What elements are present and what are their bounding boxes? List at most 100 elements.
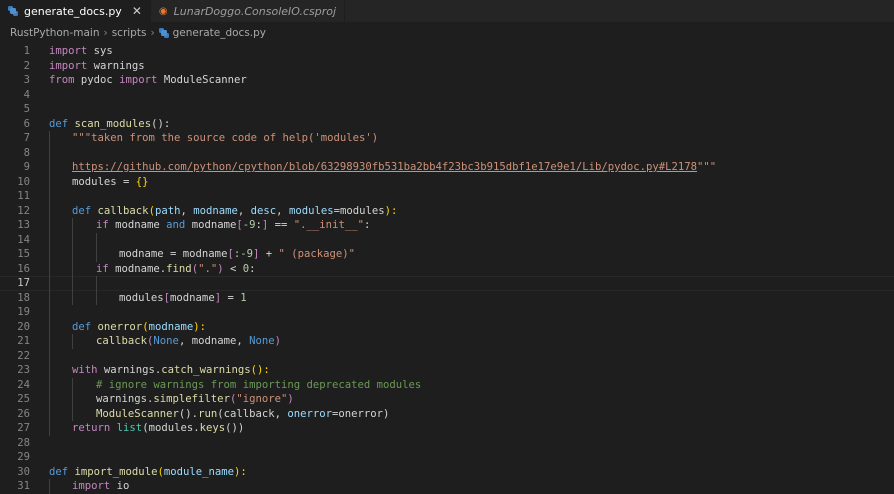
code-text: warnings — [87, 59, 145, 72]
line-number: 22 — [17, 349, 30, 362]
line-number: 18 — [17, 291, 30, 304]
function-name: keys — [199, 422, 226, 434]
code-text: , — [180, 204, 194, 217]
docstring: """taken from the source code of help('m… — [72, 132, 379, 144]
line-number: 27 — [17, 422, 30, 434]
code-line: 23 with warnings.catch_warnings(): — [0, 363, 894, 378]
docstring: """ — [697, 161, 717, 173]
code-text: warnings. — [97, 364, 162, 376]
keyword: from — [49, 74, 75, 86]
keyword: def — [49, 117, 69, 130]
parameter: modname — [193, 204, 238, 217]
keyword: def — [72, 204, 92, 217]
line-number: 9 — [23, 161, 30, 173]
comment: # ignore warnings from importing depreca… — [96, 378, 422, 391]
code-text: : — [363, 219, 371, 231]
number: :-9 — [233, 248, 253, 260]
code-text: + — [259, 248, 279, 260]
line-number: 6 — [23, 117, 30, 130]
breadcrumb-root[interactable]: RustPython-main — [10, 27, 100, 39]
tab-generate-docs[interactable]: generate_docs.py ✕ — [0, 0, 151, 22]
code-line: 12 def callback(path, modname, desc, modu… — [0, 203, 894, 218]
code-line: 11 — [0, 189, 894, 204]
line-number: 15 — [17, 248, 30, 260]
line-number: 16 — [17, 262, 30, 275]
line-number: 11 — [17, 190, 30, 202]
line-number: 3 — [23, 74, 30, 86]
line-number: 30 — [17, 465, 30, 478]
line-number: 7 — [23, 132, 30, 144]
close-icon[interactable]: ✕ — [132, 4, 142, 18]
string: "ignore" — [236, 393, 288, 405]
bracket: ) — [287, 393, 294, 405]
parameter: path — [154, 204, 181, 217]
keyword: def — [49, 465, 69, 478]
bracket: ) — [274, 335, 282, 347]
keyword: return — [72, 422, 111, 434]
code-line: 21 callback(None, modname, None) — [0, 334, 894, 349]
line-number: 28 — [17, 436, 30, 449]
code-editor[interactable]: 1 import sys 2 import warnings 3 from pydoc… — [0, 44, 894, 494]
function-name: callback — [97, 204, 149, 217]
bracket: {} — [135, 175, 149, 188]
bracket: ): — [384, 204, 398, 217]
code-text: warnings. — [96, 393, 154, 405]
parameter: module_name — [163, 465, 235, 478]
code-text: < — [223, 262, 243, 275]
code-text: modules — [119, 291, 164, 304]
line-number: 8 — [23, 146, 30, 159]
code-line: 13 if modname and modname[-9:] == ".__ini… — [0, 218, 894, 233]
code-text: io — [110, 480, 130, 492]
line-number: 24 — [17, 378, 30, 391]
line-number: 12 — [17, 204, 30, 217]
keyword: import — [49, 59, 88, 72]
code-text: (modules. — [142, 422, 200, 434]
line-number: 29 — [17, 451, 30, 463]
bracket: (): — [250, 364, 270, 376]
line-number: 19 — [17, 306, 30, 318]
parameter: modname — [148, 320, 194, 333]
code-line: 10 modules = {} — [0, 174, 894, 189]
code-line: 18 modules[modname] = 1 — [0, 290, 894, 305]
current-line: 17 — [0, 276, 894, 291]
code-text: modules — [72, 175, 117, 188]
keyword: import — [49, 45, 88, 57]
code-line: 22 — [0, 348, 894, 363]
class-name: ModuleScanner — [96, 407, 179, 420]
code-line: 20 def onerror(modname): — [0, 319, 894, 334]
code-text: == — [268, 219, 294, 231]
code-line: 19 — [0, 305, 894, 320]
function-name: scan_modules — [74, 117, 152, 130]
chevron-right-icon: › — [103, 27, 108, 39]
code-line: 16 if modname.find(".") < 0: — [0, 261, 894, 276]
code-text: (). — [178, 407, 199, 420]
number: -9 — [242, 219, 256, 231]
function-name: run — [198, 407, 218, 420]
line-number: 17 — [17, 277, 30, 289]
number: 1 — [240, 291, 247, 304]
code-line: 30 def import_module(module_name): — [0, 465, 894, 480]
code-line: 14 — [0, 232, 894, 247]
code-line: 5 — [0, 102, 894, 117]
code-line: 8 — [0, 145, 894, 160]
code-text: pydoc — [74, 74, 120, 86]
line-number: 14 — [17, 233, 30, 246]
line-number: 4 — [23, 88, 30, 101]
code-line: 15 modname = modname[:-9] + " (package)" — [0, 247, 894, 262]
breadcrumb-file[interactable]: generate_docs.py — [173, 27, 266, 39]
tab-label: generate_docs.py — [24, 4, 122, 18]
code-line: 27 return list(modules.keys()) — [0, 421, 894, 436]
line-number: 10 — [17, 175, 30, 188]
code-text: modname — [185, 219, 237, 231]
docstring-link[interactable]: https://github.com/python/cpython/blob/6… — [72, 161, 697, 173]
code-text: =onerror) — [332, 407, 390, 420]
code-line: 28 — [0, 436, 894, 451]
keyword: if — [96, 219, 109, 231]
line-number: 2 — [23, 59, 30, 72]
parameter: modules — [288, 204, 334, 217]
line-number: 1 — [23, 45, 30, 57]
tab-csproj[interactable]: ◉ LunarDoggo.ConsoleIO.csproj — [151, 0, 346, 22]
code-line: 29 — [0, 450, 894, 465]
breadcrumb-folder[interactable]: scripts — [112, 27, 147, 39]
line-number: 25 — [17, 393, 30, 405]
